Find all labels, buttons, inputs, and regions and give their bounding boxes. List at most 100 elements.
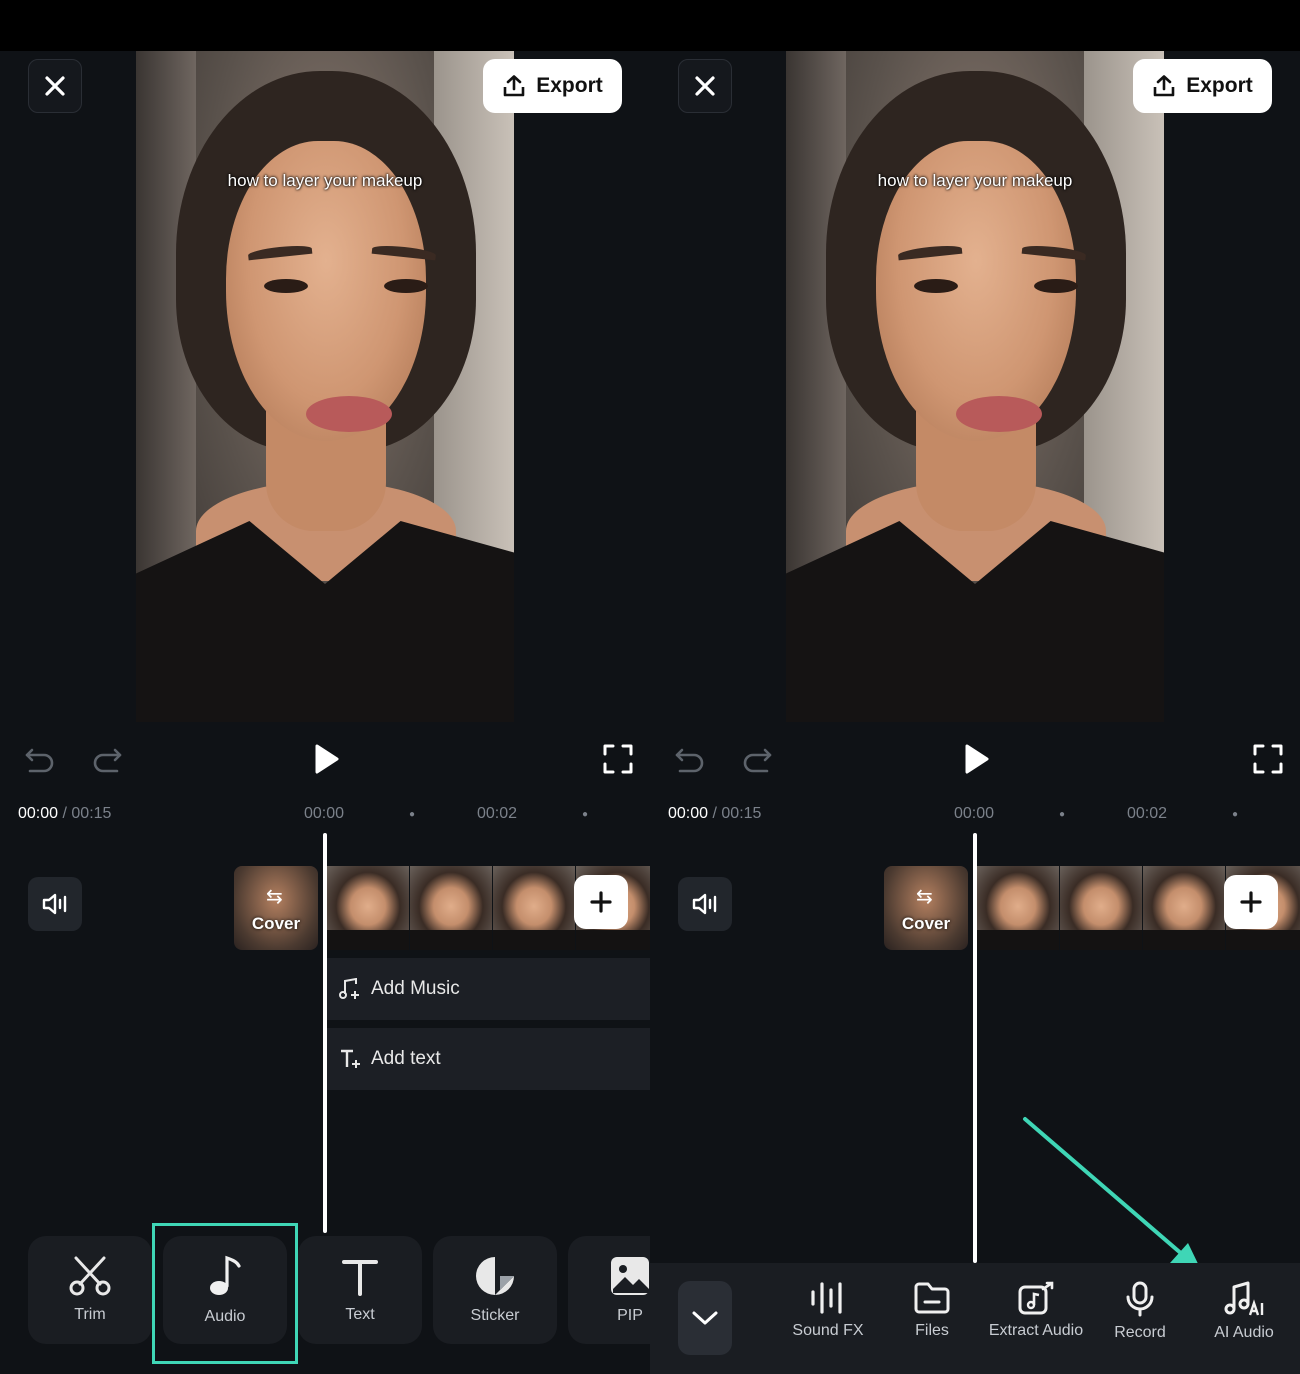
add-text-track[interactable]: Add text bbox=[327, 1028, 650, 1090]
redo-icon bbox=[93, 748, 122, 773]
time-separator: / bbox=[62, 805, 67, 822]
redo-button[interactable] bbox=[739, 739, 775, 779]
mute-clip-audio-button[interactable] bbox=[678, 877, 732, 931]
timeline-dot: ● bbox=[409, 809, 416, 820]
timeline-dot: ● bbox=[582, 809, 589, 820]
video-subject-eye bbox=[264, 279, 308, 293]
fullscreen-button[interactable] bbox=[600, 739, 636, 779]
fullscreen-icon bbox=[603, 744, 633, 774]
microphone-icon bbox=[1126, 1281, 1154, 1317]
waveform-icon bbox=[811, 1282, 842, 1314]
export-button[interactable]: Export bbox=[1133, 59, 1272, 113]
cover-label: Cover bbox=[251, 914, 301, 933]
pip-tool[interactable]: PIP bbox=[568, 1236, 650, 1344]
upload-icon bbox=[503, 75, 525, 97]
add-music-track[interactable]: Add Music bbox=[327, 958, 650, 1020]
timeline-tick: 00:02 bbox=[477, 805, 518, 822]
files-tool[interactable]: Files bbox=[882, 1281, 982, 1339]
play-icon bbox=[315, 744, 339, 774]
redo-icon bbox=[743, 748, 772, 773]
cover-thumbnail[interactable]: ⇆ Cover bbox=[234, 866, 318, 950]
play-icon bbox=[965, 744, 989, 774]
clip-frame bbox=[977, 866, 1059, 950]
extract-audio-icon bbox=[1018, 1281, 1054, 1315]
record-label: Record bbox=[1114, 1324, 1166, 1341]
export-label: Export bbox=[1186, 74, 1253, 97]
speaker-icon bbox=[692, 893, 717, 915]
undo-button[interactable] bbox=[22, 739, 58, 779]
clip-frame bbox=[1143, 866, 1225, 950]
audio-toolbar: Sound FX Files Extract Audio Record AI A… bbox=[650, 1263, 1300, 1374]
folder-icon bbox=[914, 1282, 950, 1314]
total-time: 00:15 bbox=[721, 805, 762, 822]
add-music-label: Add Music bbox=[371, 978, 460, 999]
video-subject-eye bbox=[384, 279, 428, 293]
video-preview[interactable]: how to layer your makeup bbox=[786, 51, 1164, 722]
extract-audio-tool[interactable]: Extract Audio bbox=[986, 1281, 1086, 1339]
image-icon bbox=[611, 1257, 649, 1295]
timeline-dot: ● bbox=[1059, 809, 1066, 820]
files-label: Files bbox=[915, 1322, 949, 1339]
video-subject-eye bbox=[914, 279, 958, 293]
editor-screen-left: how to layer your makeup Export 00:00 / … bbox=[0, 51, 650, 1374]
sound-fx-tool[interactable]: Sound FX bbox=[778, 1281, 878, 1339]
annotation-arrow bbox=[1023, 1117, 1202, 1272]
clip-frame bbox=[410, 866, 492, 950]
add-clip-button[interactable] bbox=[574, 875, 628, 929]
mute-clip-audio-button[interactable] bbox=[28, 877, 82, 931]
timecode-row: 00:00 / 00:15 00:00 ● 00:02 ● bbox=[0, 803, 650, 827]
timeline-tick: 00:00 bbox=[304, 805, 345, 822]
trim-tool[interactable]: Trim bbox=[28, 1236, 152, 1344]
text-label: Text bbox=[345, 1306, 375, 1323]
total-time: 00:15 bbox=[71, 805, 112, 822]
trim-label: Trim bbox=[74, 1306, 106, 1323]
timeline-playhead[interactable] bbox=[973, 833, 977, 1263]
play-button[interactable] bbox=[958, 739, 994, 779]
cover-thumbnail[interactable]: ⇆ Cover bbox=[884, 866, 968, 950]
record-tool[interactable]: Record bbox=[1090, 1281, 1190, 1341]
undo-icon bbox=[25, 748, 54, 773]
time-separator: / bbox=[712, 805, 717, 822]
close-icon bbox=[695, 76, 715, 96]
cover-label: Cover bbox=[901, 914, 951, 933]
timeline-tick: 00:02 bbox=[1127, 805, 1168, 822]
clip-frame bbox=[327, 866, 409, 950]
editor-screen-right: how to layer your makeup Export 00:00 / … bbox=[650, 51, 1300, 1374]
video-subject-lips bbox=[956, 396, 1042, 432]
close-button[interactable] bbox=[678, 59, 732, 113]
sticker-icon bbox=[476, 1257, 514, 1295]
upload-icon bbox=[1153, 75, 1175, 97]
close-button[interactable] bbox=[28, 59, 82, 113]
timeline-tick: 00:00 bbox=[954, 805, 995, 822]
pip-label: PIP bbox=[617, 1307, 643, 1324]
plus-icon bbox=[590, 891, 612, 913]
redo-button[interactable] bbox=[89, 739, 125, 779]
current-time: 00:00 bbox=[668, 805, 709, 822]
sticker-label: Sticker bbox=[470, 1307, 520, 1324]
video-preview[interactable]: how to layer your makeup bbox=[136, 51, 514, 722]
clip-frame bbox=[493, 866, 575, 950]
undo-button[interactable] bbox=[672, 739, 708, 779]
sound-fx-label: Sound FX bbox=[792, 1322, 864, 1339]
text-tool[interactable]: Text bbox=[298, 1236, 422, 1344]
add-clip-button[interactable] bbox=[1224, 875, 1278, 929]
current-time: 00:00 bbox=[18, 805, 59, 822]
music-add-icon bbox=[339, 978, 359, 999]
top-black-bar bbox=[0, 0, 1300, 51]
close-icon bbox=[45, 76, 65, 96]
sticker-tool[interactable]: Sticker bbox=[433, 1236, 557, 1344]
ai-audio-tool[interactable]: AI Audio bbox=[1194, 1281, 1294, 1341]
collapse-toolbar-button[interactable] bbox=[678, 1281, 732, 1355]
play-button[interactable] bbox=[308, 739, 344, 779]
fullscreen-button[interactable] bbox=[1250, 739, 1286, 779]
timeline-dot: ● bbox=[1232, 809, 1239, 820]
export-button[interactable]: Export bbox=[483, 59, 622, 113]
ai-audio-label: AI Audio bbox=[1214, 1324, 1274, 1341]
add-text-label: Add text bbox=[371, 1048, 441, 1069]
video-subject-eye bbox=[1034, 279, 1078, 293]
timeline-playhead[interactable] bbox=[323, 833, 327, 1233]
time-display: 00:00 / 00:15 bbox=[668, 805, 761, 823]
extract-audio-label: Extract Audio bbox=[988, 1322, 1084, 1339]
text-icon bbox=[342, 1260, 378, 1296]
export-label: Export bbox=[536, 74, 603, 97]
